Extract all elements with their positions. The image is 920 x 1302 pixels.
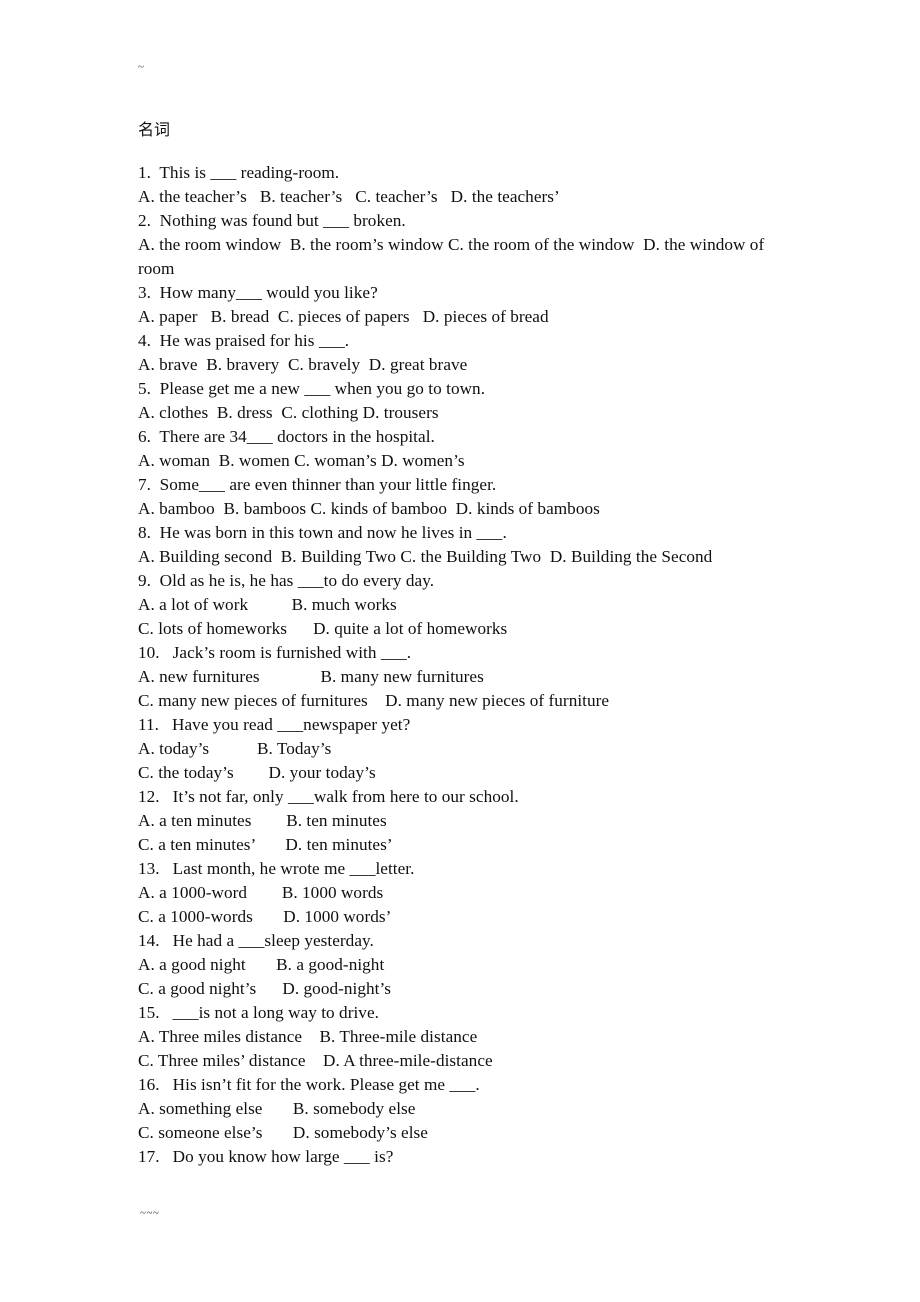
question-line: 10. Jack’s room is furnished with ___. <box>138 643 412 662</box>
option-line: A. new furnitures B. many new furnitures <box>138 667 484 686</box>
bottom-scan-artifact-mark: ~~~ <box>140 1207 160 1219</box>
option-line: A. the room window B. the room’s window … <box>138 235 769 278</box>
question-line: 8. He was born in this town and now he l… <box>138 523 507 542</box>
question-line: 3. How many___ would you like? <box>138 283 378 302</box>
option-line: C. a ten minutes’ D. ten minutes’ <box>138 835 393 854</box>
option-line: A. paper B. bread C. pieces of papers D.… <box>138 307 549 326</box>
option-line: A. brave B. bravery C. bravely D. great … <box>138 355 468 374</box>
option-line: A. a 1000-word B. 1000 words <box>138 883 384 902</box>
option-line: C. Three miles’ distance D. A three-mile… <box>138 1051 493 1070</box>
option-line: A. the teacher’s B. teacher’s C. teacher… <box>138 187 560 206</box>
option-line: A. bamboo B. bamboos C. kinds of bamboo … <box>138 499 600 518</box>
option-line: A. woman B. women C. woman’s D. women’s <box>138 451 465 470</box>
option-line: A. a lot of work B. much works <box>138 595 397 614</box>
option-line: C. someone else’s D. somebody’s else <box>138 1123 428 1142</box>
document-page: ~ 名词 1. This is ___ reading-room. A. the … <box>0 0 920 1302</box>
option-line: A. Three miles distance B. Three-mile di… <box>138 1027 478 1046</box>
option-line: A. something else B. somebody else <box>138 1099 416 1118</box>
question-line: 11. Have you read ___newspaper yet? <box>138 715 411 734</box>
question-line: 15. ___is not a long way to drive. <box>138 1003 379 1022</box>
question-line: 2. Nothing was found but ___ broken. <box>138 211 406 230</box>
question-line: 5. Please get me a new ___ when you go t… <box>138 379 486 398</box>
question-line: 9. Old as he is, he has ___to do every d… <box>138 571 435 590</box>
option-line: C. a good night’s D. good-night’s <box>138 979 392 998</box>
option-line: C. the today’s D. your today’s <box>138 763 376 782</box>
page-title: 名词 <box>138 120 171 139</box>
option-line: C. lots of homeworks D. quite a lot of h… <box>138 619 508 638</box>
option-line: A. clothes B. dress C. clothing D. trous… <box>138 403 439 422</box>
top-scan-artifact-mark: ~ <box>138 61 145 73</box>
question-list: 1. This is ___ reading-room. A. the teach… <box>138 161 786 1169</box>
question-line: 16. His isn’t fit for the work. Please g… <box>138 1075 480 1094</box>
question-line: 6. There are 34___ doctors in the hospit… <box>138 427 435 446</box>
question-line: 14. He had a ___sleep yesterday. <box>138 931 374 950</box>
question-line: 7. Some___ are even thinner than your li… <box>138 475 497 494</box>
question-line: 4. He was praised for his ___. <box>138 331 350 350</box>
option-line: A. today’s B. Today’s <box>138 739 332 758</box>
option-line: A. Building second B. Building Two C. th… <box>138 547 713 566</box>
option-line: A. a ten minutes B. ten minutes <box>138 811 387 830</box>
question-line: 12. It’s not far, only ___walk from here… <box>138 787 519 806</box>
option-line: C. a 1000-words D. 1000 words’ <box>138 907 392 926</box>
option-line: C. many new pieces of furnitures D. many… <box>138 691 610 710</box>
question-line: 1. This is ___ reading-room. <box>138 163 340 182</box>
question-line: 13. Last month, he wrote me ___letter. <box>138 859 415 878</box>
question-line: 17. Do you know how large ___ is? <box>138 1147 394 1166</box>
option-line: A. a good night B. a good-night <box>138 955 385 974</box>
